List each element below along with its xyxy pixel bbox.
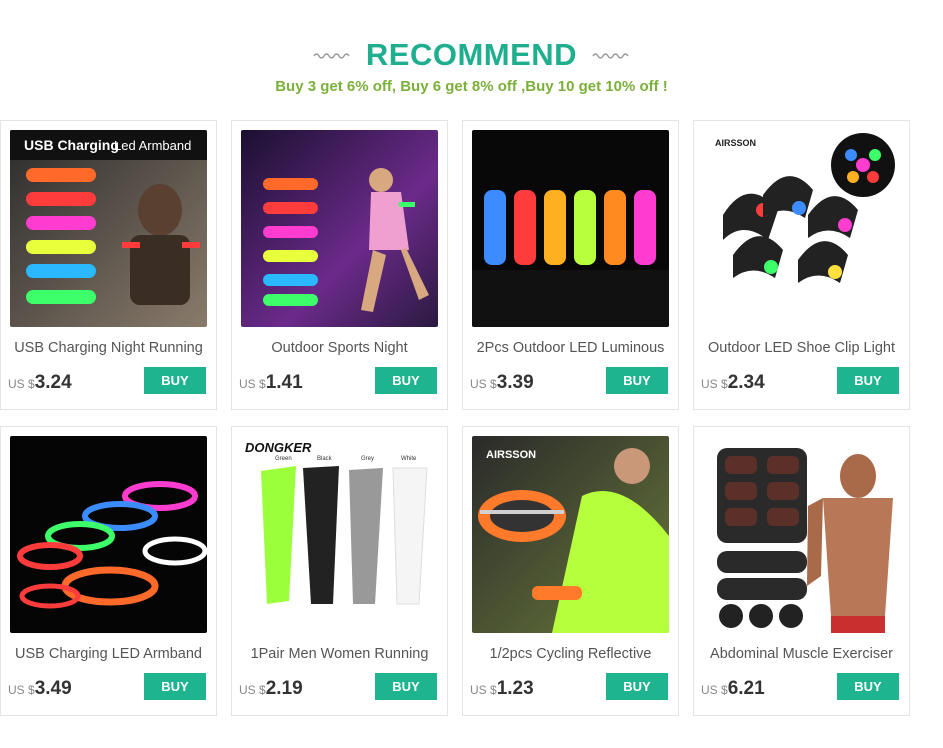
product-image-svg xyxy=(10,436,207,633)
product-title[interactable]: USB Charging LED Armband xyxy=(7,645,210,667)
product-title[interactable]: USB Charging Night Running xyxy=(7,339,210,361)
product-title[interactable]: Abdominal Muscle Exerciser xyxy=(700,645,903,667)
buy-button[interactable]: BUY xyxy=(375,367,437,394)
product-image-svg xyxy=(472,130,669,327)
image-text: Led Armband xyxy=(114,138,191,153)
price-amount: 1.23 xyxy=(496,678,534,699)
price: US $1.41 xyxy=(239,371,303,396)
buy-button[interactable]: BUY xyxy=(375,673,437,700)
runner-armband-image[interactable] xyxy=(241,130,438,327)
product-image-svg xyxy=(703,436,900,633)
price: US $2.34 xyxy=(701,371,765,396)
image-text: DONGKER xyxy=(245,440,312,455)
price-amount: 2.34 xyxy=(727,372,765,393)
buy-button[interactable]: BUY xyxy=(606,367,668,394)
price-amount: 3.39 xyxy=(496,372,534,393)
image-text: AIRSSON xyxy=(486,449,536,461)
title-row: RECOMMEND xyxy=(0,36,943,74)
left-squiggle-icon xyxy=(313,53,350,59)
arm-sleeves-image[interactable]: DONGKER Green Black Grey White xyxy=(241,436,438,633)
buy-button[interactable]: BUY xyxy=(837,367,899,394)
price-amount: 6.21 xyxy=(727,678,765,699)
product-title[interactable]: Outdoor LED Shoe Clip Light xyxy=(700,339,903,361)
buy-button[interactable]: BUY xyxy=(144,367,206,394)
price-amount: 3.49 xyxy=(34,678,72,699)
product-card[interactable]: USB Charging Led Armband USB Charging Ni… xyxy=(0,120,217,410)
product-image-svg xyxy=(241,130,438,327)
buy-button[interactable]: BUY xyxy=(144,673,206,700)
reflective-band-image[interactable]: AIRSSON xyxy=(472,436,669,633)
promo-subtitle: Buy 3 get 6% off, Buy 6 get 8% off ,Buy … xyxy=(275,78,668,95)
image-text: Black xyxy=(317,456,333,462)
image-text: AIRSSON xyxy=(715,138,756,148)
price-amount: 1.41 xyxy=(265,372,303,393)
currency-label: US $ xyxy=(8,377,35,391)
price-amount: 2.19 xyxy=(265,678,303,699)
right-squiggle-icon xyxy=(592,53,629,59)
product-image-svg: DONGKER Green Black Grey White xyxy=(241,436,438,633)
image-text: White xyxy=(401,456,417,462)
currency-label: US $ xyxy=(470,683,497,697)
price: US $6.21 xyxy=(701,677,765,702)
product-image-svg: AIRSSON xyxy=(703,130,900,327)
glowing-armbands-image[interactable] xyxy=(10,436,207,633)
currency-label: US $ xyxy=(8,683,35,697)
led-bands-image[interactable] xyxy=(472,130,669,327)
product-grid: USB Charging Led Armband USB Charging Ni… xyxy=(0,120,943,720)
image-text: Green xyxy=(275,456,292,462)
buy-button[interactable]: BUY xyxy=(606,673,668,700)
price: US $3.24 xyxy=(8,371,72,396)
product-card[interactable]: AIRSSON 1/2pcs Cycling Reflective US $1.… xyxy=(462,426,679,716)
product-title[interactable]: 1/2pcs Cycling Reflective xyxy=(469,645,672,667)
price: US $3.49 xyxy=(8,677,72,702)
image-text: USB Charging xyxy=(24,137,119,153)
led-armband-image[interactable]: USB Charging Led Armband xyxy=(10,130,207,327)
currency-label: US $ xyxy=(701,377,728,391)
product-image-svg: USB Charging Led Armband xyxy=(10,130,207,327)
muscle-stimulator-image[interactable] xyxy=(703,436,900,633)
product-card[interactable]: 2Pcs Outdoor LED Luminous US $3.39 BUY xyxy=(462,120,679,410)
product-title[interactable]: 1Pair Men Women Running xyxy=(238,645,441,667)
product-card[interactable]: USB Charging LED Armband US $3.49 BUY xyxy=(0,426,217,716)
product-card[interactable]: Abdominal Muscle Exerciser US $6.21 BUY xyxy=(693,426,910,716)
product-card[interactable]: Outdoor Sports Night US $1.41 BUY xyxy=(231,120,448,410)
currency-label: US $ xyxy=(701,683,728,697)
price-amount: 3.24 xyxy=(34,372,72,393)
currency-label: US $ xyxy=(239,683,266,697)
shoe-clip-image[interactable]: AIRSSON xyxy=(703,130,900,327)
product-title[interactable]: 2Pcs Outdoor LED Luminous xyxy=(469,339,672,361)
product-card[interactable]: AIRSSON Outdoor LED Shoe Clip Light US $… xyxy=(693,120,910,410)
product-image-svg: AIRSSON xyxy=(472,436,669,633)
product-card[interactable]: DONGKER Green Black Grey White 1Pair Men… xyxy=(231,426,448,716)
image-text: Grey xyxy=(361,456,374,462)
price: US $2.19 xyxy=(239,677,303,702)
buy-button[interactable]: BUY xyxy=(837,673,899,700)
currency-label: US $ xyxy=(239,377,266,391)
price: US $1.23 xyxy=(470,677,534,702)
page-title: RECOMMEND xyxy=(365,37,578,72)
product-title[interactable]: Outdoor Sports Night xyxy=(238,339,441,361)
recommend-header: RECOMMEND Buy 3 get 6% off, Buy 6 get 8%… xyxy=(0,36,943,95)
currency-label: US $ xyxy=(470,377,497,391)
price: US $3.39 xyxy=(470,371,534,396)
